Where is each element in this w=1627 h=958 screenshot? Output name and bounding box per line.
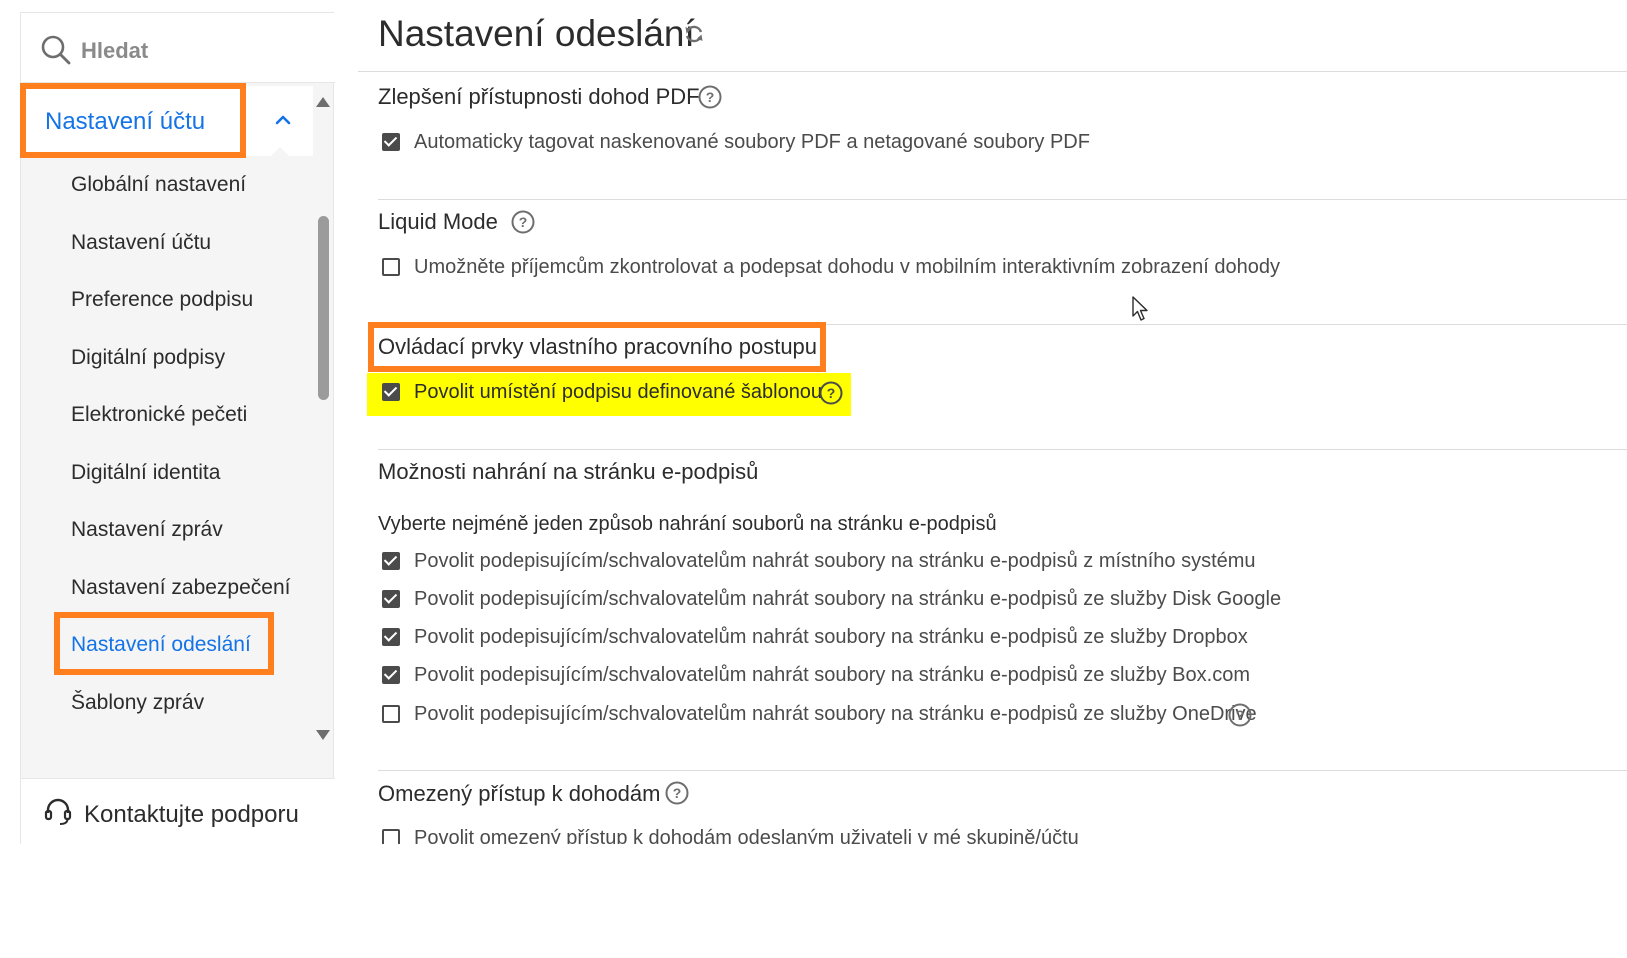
checkbox-upload-local[interactable] — [382, 552, 400, 570]
option-label-auto-tag-pdf: Automaticky tagovat naskenované soubory … — [414, 131, 1090, 153]
help-icon[interactable]: ? — [698, 85, 722, 109]
help-icon[interactable]: ? — [1228, 703, 1252, 727]
option-label-template-signature-placement: Povolit umístění podpisu definované šabl… — [414, 381, 823, 403]
section-divider — [378, 449, 1627, 450]
scroll-down-arrow-icon[interactable] — [316, 730, 330, 740]
contact-support-button[interactable]: Kontaktujte podporu — [21, 778, 335, 844]
option-label-restricted-access: Povolit omezený přístup k dohodám odesla… — [414, 827, 1079, 844]
help-icon[interactable]: ? — [665, 781, 689, 805]
highlight-account-settings — [20, 83, 246, 158]
sidebar-item-message-templates[interactable]: Šablony zpráv — [71, 691, 204, 715]
scrollbar-track[interactable] — [313, 113, 333, 723]
upload-options-description: Vyberte nejméně jeden způsob nahrání sou… — [378, 513, 997, 535]
section-title-restricted-access: Omezený přístup k dohodám — [378, 781, 661, 806]
scroll-up-arrow-icon[interactable] — [316, 97, 330, 107]
svg-text:?: ? — [673, 785, 682, 801]
highlight-custom-workflow-title — [368, 322, 826, 372]
checkbox-upload-google-drive[interactable] — [382, 590, 400, 608]
section-title-upload-options: Možnosti nahrání na stránku e-podpisů — [378, 459, 759, 484]
checkbox-upload-box[interactable] — [382, 666, 400, 684]
page-title: Nastavení odeslání — [378, 13, 695, 54]
scrollbar-thumb[interactable] — [318, 216, 329, 400]
highlight-send-settings — [54, 612, 274, 675]
search-box[interactable]: Hledat — [21, 13, 335, 83]
checkbox-upload-dropbox[interactable] — [382, 628, 400, 646]
sidebar-item-digital-identity[interactable]: Digitální identita — [71, 461, 220, 485]
option-label-upload-dropbox: Povolit podepisujícím/schvalovatelům nah… — [414, 626, 1248, 648]
headset-icon — [44, 798, 72, 825]
sidebar-item-account-settings[interactable]: Nastavení účtu — [71, 231, 211, 255]
section-title-liquid-mode: Liquid Mode — [378, 209, 498, 234]
checkbox-template-signature-placement[interactable] — [382, 383, 400, 401]
option-label-upload-box: Povolit podepisujícím/schvalovatelům nah… — [414, 664, 1250, 686]
search-icon — [41, 35, 71, 65]
mouse-pointer-icon — [1132, 296, 1148, 321]
sidebar-item-global-settings[interactable]: Globální nastavení — [71, 173, 246, 197]
contact-support-label: Kontaktujte podporu — [84, 801, 299, 828]
svg-text:?: ? — [1236, 707, 1245, 723]
svg-text:?: ? — [827, 385, 836, 401]
section-divider — [378, 770, 1627, 771]
svg-text:?: ? — [706, 89, 715, 105]
section-divider — [378, 199, 1627, 200]
checkbox-auto-tag-pdf[interactable] — [382, 133, 400, 151]
svg-text:?: ? — [519, 214, 528, 230]
checkbox-liquid-mode[interactable] — [382, 258, 400, 276]
submenu-caret — [270, 147, 290, 157]
section-title-pdf-accessibility: Zlepšení přístupnosti dohod PDF — [378, 84, 700, 109]
option-label-upload-onedrive: Povolit podepisujícím/schvalovatelům nah… — [414, 703, 1257, 725]
help-icon[interactable]: ? — [819, 381, 843, 405]
sidebar-item-message-settings[interactable]: Nastavení zpráv — [71, 518, 223, 542]
chevron-up-icon[interactable] — [271, 108, 295, 132]
checkbox-restricted-access[interactable] — [382, 829, 400, 844]
refresh-icon[interactable] — [682, 22, 706, 46]
option-label-liquid-mode: Umožněte příjemcům zkontrolovat a podeps… — [414, 256, 1281, 278]
option-label-upload-local: Povolit podepisujícím/schvalovatelům nah… — [414, 550, 1256, 572]
sidebar-item-digital-signatures[interactable]: Digitální podpisy — [71, 346, 225, 370]
sidebar-item-security-settings[interactable]: Nastavení zabezpečení — [71, 576, 290, 600]
sidebar-item-electronic-seals[interactable]: Elektronické pečeti — [71, 403, 247, 427]
title-divider — [358, 71, 1627, 72]
help-icon[interactable]: ? — [511, 210, 535, 234]
restricted-access-clip: Povolit omezený přístup k dohodám odesla… — [360, 820, 1627, 844]
option-label-upload-google-drive: Povolit podepisujícím/schvalovatelům nah… — [414, 588, 1282, 610]
sidebar-item-signature-preferences[interactable]: Preference podpisu — [71, 288, 253, 312]
search-input[interactable]: Hledat — [81, 38, 148, 64]
checkbox-upload-onedrive[interactable] — [382, 705, 400, 723]
